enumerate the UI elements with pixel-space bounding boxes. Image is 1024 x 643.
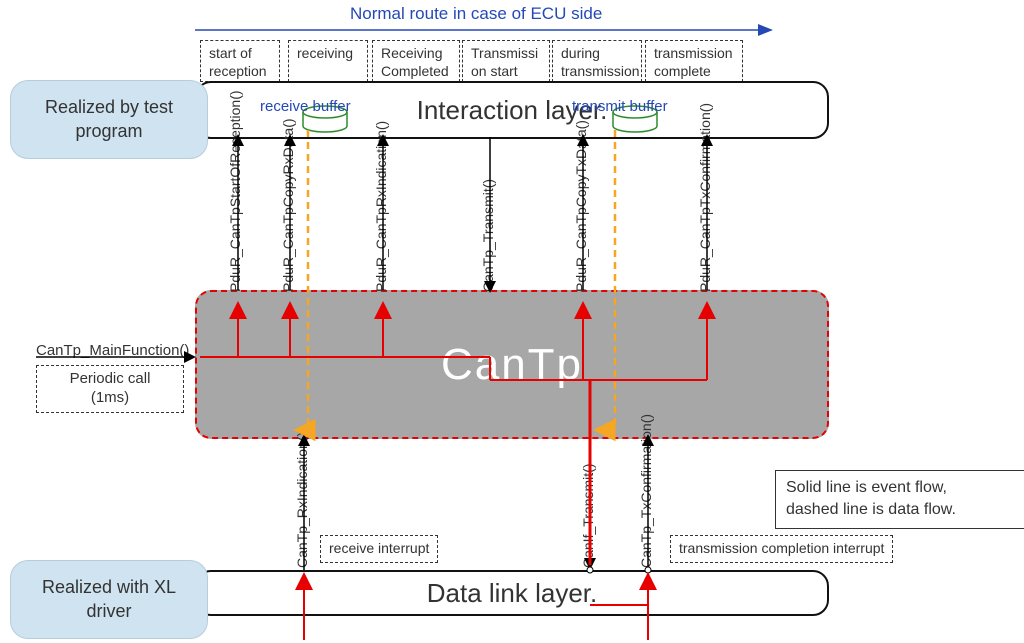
diagram-root: Normal route in case of ECU side start o… xyxy=(0,0,1024,643)
arrows xyxy=(0,0,1024,643)
